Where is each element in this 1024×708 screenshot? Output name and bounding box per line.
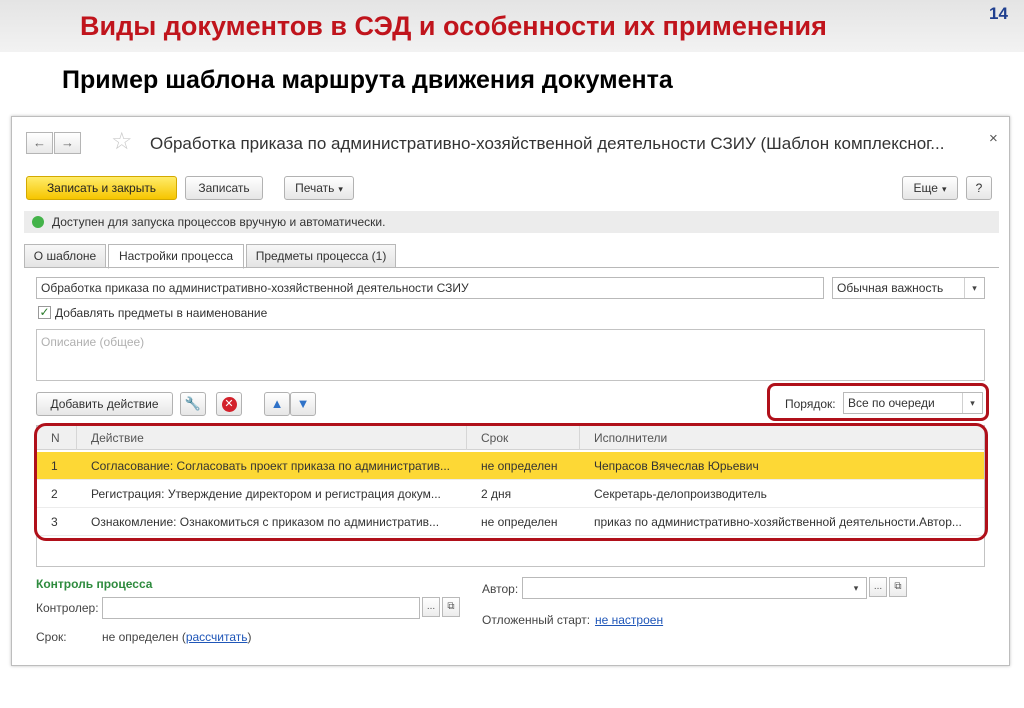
- checkmark-icon: ✓: [39, 305, 50, 319]
- add-action-button[interactable]: Добавить действие: [36, 392, 173, 416]
- tab-process-subjects[interactable]: Предметы процесса (1): [246, 244, 396, 268]
- tab-process-settings[interactable]: Настройки процесса: [108, 244, 244, 269]
- open-icon: ⧉: [447, 601, 455, 612]
- term-label: Срок:: [36, 630, 67, 644]
- author-input[interactable]: ▾: [522, 577, 867, 599]
- more-label: Еще: [913, 181, 938, 195]
- ellipsis-icon: ...: [873, 581, 883, 592]
- controller-open-button[interactable]: ⧉: [442, 597, 460, 617]
- window-title: Обработка приказа по административно-хоз…: [150, 134, 945, 153]
- close-icon[interactable]: ×: [989, 130, 998, 147]
- chevron-down-icon: ▾: [941, 184, 947, 194]
- author-select-button[interactable]: ...: [869, 577, 887, 597]
- order-select[interactable]: Все по очереди ▾: [843, 392, 983, 414]
- importance-select[interactable]: Обычная важность ▾: [832, 277, 985, 299]
- chevron-down-icon[interactable]: ▾: [962, 393, 982, 413]
- open-icon: ⧉: [894, 581, 902, 592]
- delayed-start-link[interactable]: не настроен: [595, 613, 663, 627]
- order-value: Все по очереди: [848, 396, 935, 410]
- arrow-down-icon: ▼: [296, 396, 310, 411]
- author-open-button[interactable]: ⧉: [889, 577, 907, 597]
- print-label: Печать: [295, 181, 335, 195]
- status-bar: Доступен для запуска процессов вручную и…: [24, 211, 999, 233]
- description-textarea[interactable]: Описание (общее): [36, 329, 985, 381]
- slide-subtitle: Пример шаблона маршрута движения докумен…: [62, 66, 673, 94]
- importance-value: Обычная важность: [837, 281, 944, 295]
- chevron-down-icon: ▾: [338, 184, 343, 194]
- arrow-up-icon: ▲: [270, 396, 284, 411]
- calculate-link[interactable]: рассчитать: [186, 630, 248, 644]
- save-and-close-button[interactable]: Записать и закрыть: [26, 176, 177, 200]
- order-label: Порядок:: [785, 397, 836, 411]
- delete-icon: ✕: [221, 397, 237, 413]
- move-up-button[interactable]: ▲: [264, 392, 290, 416]
- move-down-button[interactable]: ▼: [290, 392, 316, 416]
- status-text: Доступен для запуска процессов вручную и…: [52, 215, 386, 229]
- chevron-down-icon[interactable]: ▾: [964, 278, 984, 298]
- ellipsis-icon: ...: [426, 601, 436, 612]
- term-value: не определен: [102, 630, 179, 644]
- description-placeholder: Описание (общее): [41, 335, 145, 349]
- add-subjects-checkbox[interactable]: ✓: [38, 306, 51, 319]
- add-subjects-label: Добавлять предметы в наименование: [55, 306, 268, 320]
- process-control-title: Контроль процесса: [36, 577, 153, 591]
- term-value-line: не определен (рассчитать): [102, 630, 252, 644]
- slide-number: 14: [989, 4, 1008, 23]
- author-label: Автор:: [482, 582, 519, 596]
- tab-about-template[interactable]: О шаблоне: [24, 244, 106, 268]
- tabs-divider: [24, 267, 999, 268]
- more-button[interactable]: Еще ▾: [902, 176, 958, 200]
- controller-select-button[interactable]: ...: [422, 597, 440, 617]
- save-button[interactable]: Записать: [185, 176, 263, 200]
- forward-button[interactable]: →: [54, 132, 81, 154]
- process-template-window: ← → ☆ Обработка приказа по административ…: [11, 116, 1010, 666]
- table-highlight-frame: [34, 423, 988, 541]
- arrow-left-icon: ←: [33, 135, 46, 150]
- process-name-field[interactable]: Обработка приказа по административно-хоз…: [36, 277, 824, 299]
- print-button[interactable]: Печать ▾: [284, 176, 354, 200]
- help-button[interactable]: ?: [966, 176, 992, 200]
- star-icon[interactable]: ☆: [111, 129, 133, 155]
- delayed-start-label: Отложенный старт:: [482, 613, 591, 627]
- wrench-icon: 🔧: [184, 396, 202, 411]
- status-ok-icon: [32, 216, 44, 228]
- controller-input[interactable]: [102, 597, 420, 619]
- arrow-right-icon: →: [61, 135, 74, 150]
- controller-label: Контролер:: [36, 601, 99, 615]
- slide-title: Виды документов в СЭД и особенности их п…: [80, 11, 827, 41]
- settings-button[interactable]: 🔧: [180, 392, 206, 416]
- back-button[interactable]: ←: [26, 132, 53, 154]
- chevron-down-icon[interactable]: ▾: [846, 578, 866, 598]
- delete-action-button[interactable]: ✕: [216, 392, 242, 416]
